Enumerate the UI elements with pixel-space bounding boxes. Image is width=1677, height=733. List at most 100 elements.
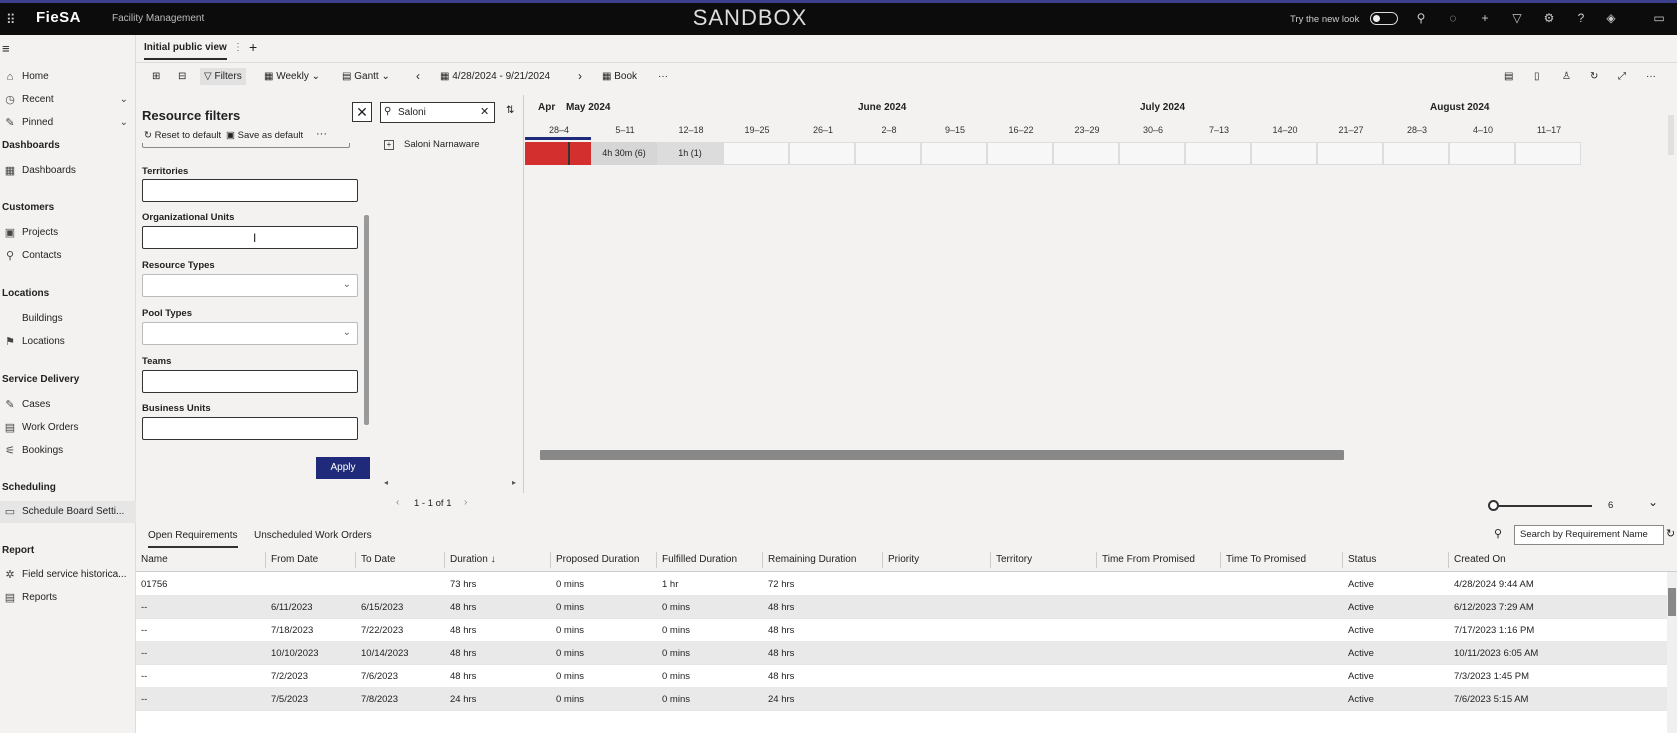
- lightbulb-icon[interactable]: ◌: [1444, 11, 1462, 25]
- page-next-icon[interactable]: ›: [464, 497, 467, 508]
- nav-home[interactable]: ⌂ Home: [0, 66, 136, 88]
- new-look-toggle[interactable]: [1370, 12, 1398, 25]
- nav-projects[interactable]: ▣ Projects: [0, 222, 136, 244]
- nav-contacts[interactable]: ⚲ Contacts: [0, 245, 136, 267]
- gantt-cell[interactable]: [1053, 142, 1119, 165]
- page-prev-icon[interactable]: ‹: [396, 497, 399, 508]
- assist-icon[interactable]: ◈: [1602, 11, 1620, 25]
- column-header[interactable]: Created On: [1454, 554, 1506, 565]
- weekly-dropdown[interactable]: ▦ Weekly ⌄: [264, 71, 320, 82]
- mobile-icon[interactable]: ▯: [1534, 71, 1540, 82]
- pool-types-select[interactable]: ⌄: [142, 322, 358, 345]
- expand-resource-icon[interactable]: +: [384, 140, 394, 150]
- refresh-icon[interactable]: ↻: [1666, 527, 1675, 540]
- column-divider[interactable]: [990, 552, 991, 568]
- column-header[interactable]: From Date: [271, 554, 318, 565]
- tab-initial-public-view[interactable]: Initial public view: [144, 42, 227, 60]
- filters-scrollbar[interactable]: [364, 215, 369, 425]
- gantt-cell[interactable]: [921, 142, 987, 165]
- gantt-cell[interactable]: [1185, 142, 1251, 165]
- nav-cases[interactable]: ✎ Cases: [0, 394, 136, 416]
- teams-input[interactable]: [142, 370, 358, 393]
- nav-work-orders[interactable]: ▤ Work Orders: [0, 417, 136, 439]
- nav-schedule-board-settings[interactable]: ▭ Schedule Board Setti...: [0, 501, 136, 523]
- resource-types-select[interactable]: ⌄: [142, 274, 358, 297]
- column-header[interactable]: Territory: [996, 554, 1032, 565]
- column-header[interactable]: Time From Promised: [1102, 554, 1195, 565]
- table-row[interactable]: -- 7/2/2023 7/6/2023 48 hrs 0 mins 0 mins 48 h…: [136, 664, 1667, 688]
- search-icon[interactable]: ⚲: [1412, 11, 1430, 25]
- help-icon[interactable]: ?: [1572, 11, 1590, 25]
- column-divider[interactable]: [550, 552, 551, 568]
- apply-button[interactable]: Apply: [316, 457, 370, 479]
- resource-search-input[interactable]: ⚲ Saloni ✕: [380, 102, 495, 123]
- gantt-dropdown[interactable]: ▤ Gantt ⌄: [342, 71, 390, 82]
- column-header[interactable]: To Date: [361, 554, 395, 565]
- territories-input[interactable]: [142, 179, 358, 202]
- gantt-cell[interactable]: [1317, 142, 1383, 165]
- table-row[interactable]: -- 7/5/2023 7/8/2023 24 hrs 0 mins 0 mins 24 h…: [136, 687, 1667, 711]
- column-header[interactable]: Remaining Duration: [768, 554, 856, 565]
- booking-block[interactable]: [525, 142, 591, 165]
- nav-field-service-historical[interactable]: ✲ Field service historica...: [0, 564, 136, 586]
- booking-block[interactable]: 4h 30m (6): [591, 142, 657, 165]
- reset-to-default-button[interactable]: ↻ Reset to default: [144, 130, 221, 141]
- resource-name[interactable]: Saloni Narnaware: [404, 139, 480, 150]
- toolbar-more-button[interactable]: ···: [658, 71, 668, 82]
- hamburger-icon[interactable]: ≡: [2, 41, 10, 56]
- column-divider[interactable]: [1096, 552, 1097, 568]
- requirement-search-input[interactable]: Search by Requirement Name: [1514, 525, 1664, 545]
- table-row[interactable]: -- 10/10/2023 10/14/2023 48 hrs 0 mins 0 mins…: [136, 641, 1667, 665]
- gantt-cell[interactable]: [1449, 142, 1515, 165]
- column-header[interactable]: Priority: [888, 554, 919, 565]
- column-divider[interactable]: [656, 552, 657, 568]
- column-header[interactable]: Name: [141, 554, 168, 565]
- filter-icon[interactable]: ▽: [1508, 11, 1526, 25]
- person-icon[interactable]: ♙: [1562, 71, 1571, 82]
- chevron-down-icon[interactable]: ⌄: [1648, 495, 1658, 509]
- report-icon[interactable]: ▤: [1504, 71, 1513, 82]
- nav-recent[interactable]: ◷ Recent ⌄: [0, 89, 136, 111]
- table-row[interactable]: -- 7/18/2023 7/22/2023 48 hrs 0 mins 0 mins 48…: [136, 618, 1667, 642]
- column-divider[interactable]: [444, 552, 445, 568]
- gantt-cell[interactable]: [723, 142, 789, 165]
- nav-buildings[interactable]: Buildings: [0, 308, 136, 330]
- save-as-default-button[interactable]: ▣ Save as default: [226, 130, 303, 141]
- scroll-left-icon[interactable]: ◂: [384, 478, 388, 487]
- business-units-input[interactable]: [142, 417, 358, 440]
- next-range-icon[interactable]: ›: [578, 69, 582, 83]
- tab-unscheduled-work-orders[interactable]: Unscheduled Work Orders: [254, 530, 372, 541]
- close-icon[interactable]: ✕: [352, 102, 372, 122]
- tab-open-requirements[interactable]: Open Requirements: [148, 530, 238, 548]
- nav-bookings[interactable]: ⚟ Bookings: [0, 440, 136, 462]
- column-divider[interactable]: [1342, 552, 1343, 568]
- zoom-slider-handle[interactable]: [1488, 500, 1499, 511]
- table-row[interactable]: 01756 73 hrs 0 mins 1 hr 72 hrs Active 4/28/20…: [136, 572, 1667, 596]
- column-divider[interactable]: [882, 552, 883, 568]
- column-header[interactable]: Time To Promised: [1226, 554, 1306, 565]
- gantt-cell[interactable]: [987, 142, 1053, 165]
- more-options-icon[interactable]: ···: [1646, 71, 1656, 82]
- clear-search-icon[interactable]: ✕: [480, 105, 489, 118]
- gantt-cell[interactable]: [789, 142, 855, 165]
- tab-more-icon[interactable]: ⋮: [233, 42, 243, 53]
- scroll-right-icon[interactable]: ▸: [512, 478, 516, 487]
- gantt-cell[interactable]: [1251, 142, 1317, 165]
- sort-icon[interactable]: ⇅: [506, 105, 514, 116]
- add-tab-icon[interactable]: +: [249, 39, 257, 55]
- filters-more-button[interactable]: ···: [316, 128, 327, 140]
- previous-range-icon[interactable]: ‹: [416, 69, 420, 83]
- column-divider[interactable]: [355, 552, 356, 568]
- book-button[interactable]: ▦ Book: [602, 71, 637, 82]
- column-header[interactable]: Duration ↓: [450, 554, 496, 565]
- gantt-cell[interactable]: [1515, 142, 1581, 165]
- column-divider[interactable]: [1448, 552, 1449, 568]
- gantt-cell[interactable]: [855, 142, 921, 165]
- gantt-cell[interactable]: [1383, 142, 1449, 165]
- gantt-horizontal-scrollbar[interactable]: [540, 450, 1344, 460]
- date-range-picker[interactable]: ▦ 4/28/2024 - 9/21/2024: [440, 71, 550, 82]
- column-divider[interactable]: [762, 552, 763, 568]
- filters-button[interactable]: ▽ Filters: [200, 68, 246, 85]
- column-divider[interactable]: [1220, 552, 1221, 568]
- chevron-down-icon[interactable]: ⌄: [120, 89, 128, 111]
